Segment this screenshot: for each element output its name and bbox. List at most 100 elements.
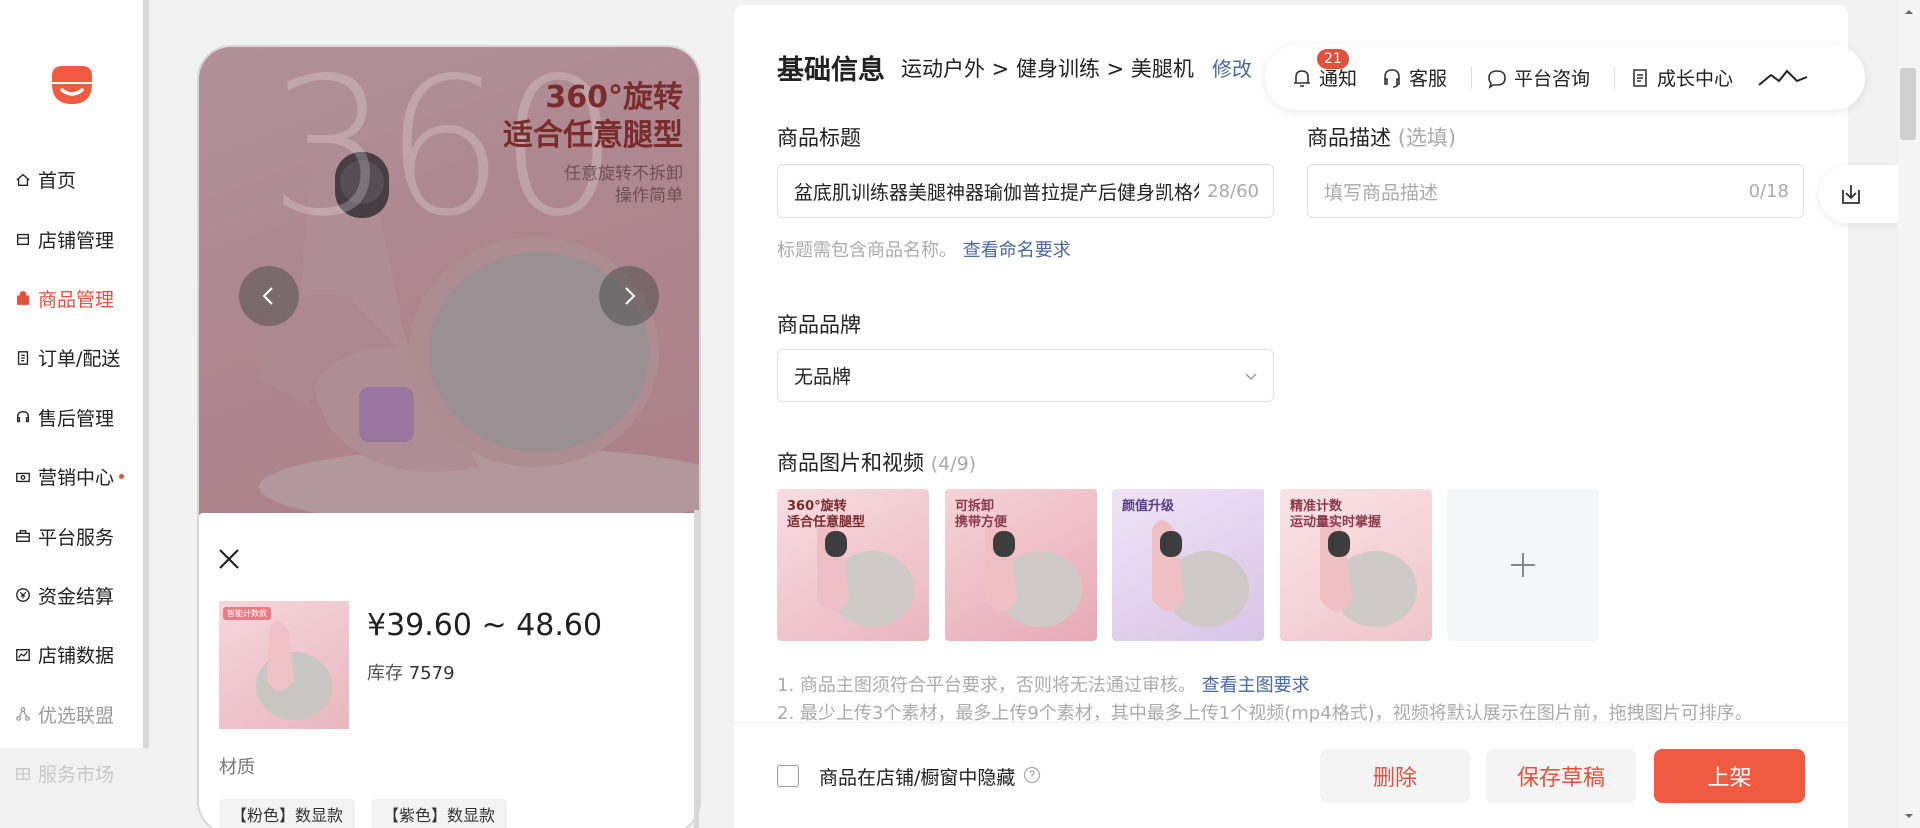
growth-center-label: 成长中心 — [1657, 68, 1734, 90]
title-field-label: 商品标题 — [777, 126, 861, 150]
growth-center-button[interactable]: 成长中心 — [1629, 64, 1733, 91]
media-caption-line-1: 360°旋转 — [787, 499, 847, 514]
sidebar-item-label: 平台服务 — [38, 526, 115, 549]
headset-icon — [1384, 68, 1400, 88]
publish-button[interactable]: 上架 — [1654, 749, 1805, 803]
platform-consult-button[interactable]: 平台咨询 — [1486, 64, 1590, 91]
bag-icon — [14, 289, 32, 307]
sidebar-item[interactable]: 店铺管理 — [0, 209, 143, 268]
sidebar-item[interactable]: 服务市场 — [0, 744, 143, 803]
sidebar-scrollbar[interactable] — [143, 0, 149, 748]
brand-selected-value: 无品牌 — [794, 366, 852, 388]
sidebar-item-label: 店铺数据 — [38, 645, 115, 668]
close-icon[interactable] — [215, 545, 243, 573]
sidebar-item[interactable]: 订单/配送 — [0, 328, 143, 387]
top-toolbar: 通知 21 客服 平台咨询 成长中心 — [1265, 45, 1865, 110]
title-input[interactable]: 盆底肌训练器美腿神器瑜伽普拉提产后健身凯格尔 28/60 — [777, 164, 1274, 218]
sidebar-item[interactable]: 商品管理 — [0, 269, 143, 328]
help-icon[interactable] — [1023, 766, 1041, 784]
export-float-button[interactable] — [1819, 165, 1899, 223]
title-hint-text: 标题需包含商品名称。 — [777, 240, 957, 261]
customer-service-button[interactable]: 客服 — [1381, 64, 1447, 91]
brand-select[interactable]: 无品牌 — [777, 349, 1274, 402]
sidebar-item-label: 服务市场 — [38, 764, 115, 787]
sidebar-item[interactable]: 平台服务 — [0, 506, 143, 565]
media-label-text: 商品图片和视频 — [777, 451, 924, 475]
new-indicator-dot — [119, 474, 125, 480]
media-caption: 可拆卸 携带方便 — [955, 499, 1007, 531]
sku-option-pink[interactable]: 【粉色】数显款 — [219, 799, 356, 828]
title-char-count: 28/60 — [1207, 180, 1259, 202]
price-range: ¥39.60 ~ 48.60 — [367, 608, 603, 643]
hero-title-line-1: 360°旋转 — [545, 80, 683, 115]
hero-title: 360°旋转 适合任意腿型 — [503, 79, 683, 155]
chat-bubble-icon — [1488, 69, 1506, 89]
next-image-button[interactable] — [599, 266, 659, 326]
hero-subtitle-line-2: 操作简单 — [615, 186, 683, 206]
edit-category-link[interactable]: 修改 — [1212, 53, 1252, 82]
sidebar-item[interactable]: 首页 — [0, 150, 143, 209]
toolbar-divider — [1471, 66, 1473, 89]
chevron-right-icon — [625, 287, 636, 305]
hide-in-store-label: 商品在店铺/橱窗中隐藏 — [819, 767, 1016, 789]
description-input[interactable]: 填写商品描述 0/18 — [1307, 164, 1804, 218]
alliance-icon — [14, 705, 32, 723]
sidebar-item[interactable]: 优选联盟 — [0, 685, 143, 744]
stock-value: 7579 — [408, 663, 455, 684]
sidebar-item-label: 资金结算 — [38, 585, 115, 608]
save-draft-button[interactable]: 保存草稿 — [1486, 749, 1636, 803]
headset-icon — [14, 408, 32, 426]
hero-subtitle: 任意旋转不拆卸 操作简单 — [564, 163, 683, 207]
chevron-down-icon — [1245, 372, 1257, 380]
brand-field-label: 商品品牌 — [777, 313, 861, 337]
media-note-1: 1. 商品主图须符合平台要求，否则将无法通过审核。 查看主图要求 — [777, 672, 1753, 700]
stock-label: 库存 — [367, 663, 403, 684]
material-label: 材质 — [219, 757, 255, 778]
media-caption-line-2: 携带方便 — [955, 515, 1008, 530]
preview-scrollbar[interactable] — [694, 510, 699, 828]
hero-image: 360 360°旋转 适合任意腿型 任意旋转不拆卸 操作简单 — [199, 47, 699, 515]
media-caption-line-1: 颜值升级 — [1122, 499, 1175, 514]
shop-logo-icon[interactable] — [48, 62, 96, 108]
sidebar-item-label: 优选联盟 — [38, 704, 115, 727]
money-icon — [14, 586, 32, 604]
sidebar-item[interactable]: 资金结算 — [0, 566, 143, 625]
scroll-up-icon[interactable] — [1898, 4, 1920, 20]
description-placeholder: 填写商品描述 — [1324, 181, 1439, 204]
sidebar-item[interactable]: 营销中心 — [0, 447, 143, 506]
sidebar: 首页 店铺管理 商品管理 订单/配送售后管理营销中心平台服务资金结算店铺数据优选联盟服… — [0, 0, 146, 786]
naming-rules-link[interactable]: 查看命名要求 — [963, 240, 1071, 261]
mountain-avatar-icon[interactable] — [1757, 67, 1809, 89]
section-heading: 基础信息 — [777, 55, 885, 86]
page-scrollbar[interactable] — [1898, 0, 1920, 828]
scroll-down-icon[interactable] — [1898, 808, 1920, 824]
sku-option-purple[interactable]: 【紫色】数显款 — [371, 799, 508, 828]
product-preview: 360 360°旋转 适合任意腿型 任意旋转不拆卸 操作简单 智能计数款 ¥39… — [197, 45, 701, 828]
hero-subtitle-line-1: 任意旋转不拆卸 — [564, 164, 683, 184]
description-char-count: 0/18 — [1748, 180, 1789, 202]
sku-product-image — [256, 621, 332, 720]
media-note-1-text: 1. 商品主图须符合平台要求，否则将无法通过审核。 — [777, 675, 1196, 696]
notification-button[interactable]: 通知 21 — [1291, 49, 1357, 91]
sidebar-item[interactable]: 店铺数据 — [0, 625, 143, 684]
sidebar-item-label: 售后管理 — [38, 407, 115, 430]
media-caption: 颜值升级 — [1122, 499, 1174, 515]
media-thumbnail[interactable]: 颜值升级 — [1112, 489, 1264, 641]
sidebar-item[interactable]: 售后管理 — [0, 388, 143, 447]
main-image-rules-link[interactable]: 查看主图要求 — [1202, 675, 1310, 696]
media-thumbnail[interactable]: 360°旋转 适合任意腿型 — [777, 489, 929, 641]
media-caption: 精准计数 运动量实时掌握 — [1290, 499, 1381, 531]
delete-button[interactable]: 删除 — [1320, 749, 1470, 803]
chevron-left-icon — [262, 287, 273, 305]
service-icon — [14, 527, 32, 545]
media-thumbnail[interactable]: 精准计数 运动量实时掌握 — [1280, 489, 1432, 641]
prev-image-button[interactable] — [239, 266, 299, 326]
category-breadcrumb: 运动户外 > 健身训练 > 美腿机 — [901, 57, 1194, 81]
media-thumbnail[interactable]: 可拆卸 携带方便 — [945, 489, 1097, 641]
market-icon — [14, 765, 32, 783]
home-icon — [14, 171, 32, 189]
add-media-button[interactable] — [1447, 489, 1599, 641]
page-scroll-thumb[interactable] — [1900, 68, 1916, 140]
media-caption-line-2: 运动量实时掌握 — [1290, 515, 1382, 530]
hide-in-store-checkbox[interactable] — [777, 765, 799, 787]
